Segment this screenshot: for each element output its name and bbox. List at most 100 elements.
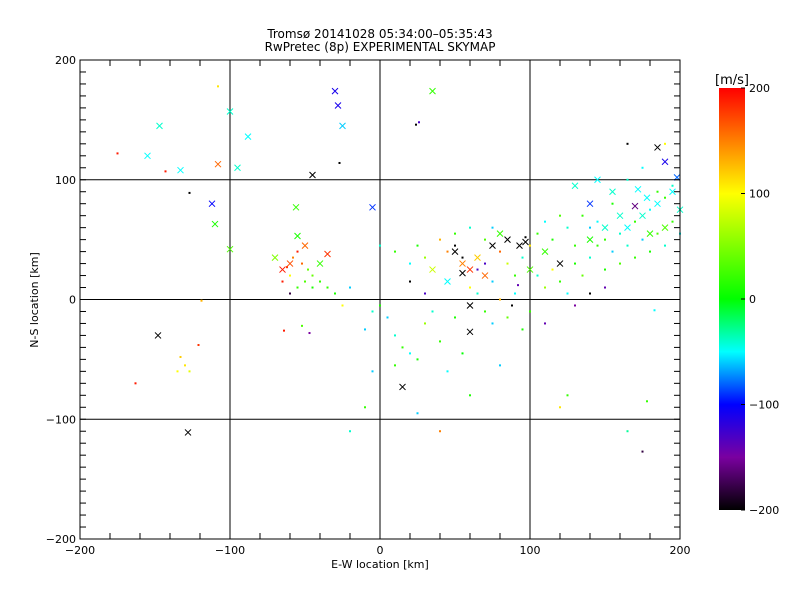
colorbar-tick-label: 0: [749, 293, 756, 306]
colorbar-tick-label: 100: [749, 188, 770, 201]
data-point-dot: [446, 370, 449, 373]
data-point-dot: [506, 262, 509, 265]
data-point-dot: [551, 268, 554, 271]
data-point-dot: [394, 250, 396, 253]
data-point-dot: [559, 214, 561, 217]
data-point-dot: [574, 244, 576, 247]
data-point-dot: [664, 196, 666, 199]
data-point-dot: [311, 274, 314, 277]
skymap-chart: Tromsø 20141028 05:34:00–05:35:43 RwPret…: [0, 0, 800, 600]
data-point-dot: [484, 310, 486, 313]
data-point-dot: [418, 121, 420, 124]
data-point-dot: [619, 232, 621, 235]
data-point-dot: [184, 364, 186, 367]
colorbar-tick-label: 200: [749, 82, 770, 95]
data-point-dot: [566, 292, 569, 295]
data-point-dot: [371, 310, 374, 313]
chart-subtitle: RwPretec (8p) EXPERIMENTAL SKYMAP: [265, 40, 496, 54]
data-point-dot: [439, 238, 441, 241]
data-point-dot: [649, 208, 651, 211]
data-point-dot: [217, 85, 219, 88]
x-tick-label: 100: [520, 544, 541, 557]
data-point-dot: [424, 292, 426, 295]
colorbar-tick-label: −200: [749, 504, 779, 517]
x-tick-label: 0: [377, 544, 384, 557]
data-point-dot: [574, 262, 576, 265]
data-point-dot: [401, 346, 404, 349]
x-tick-label: 200: [670, 544, 691, 557]
data-point-dot: [439, 340, 441, 343]
y-tick-label: 200: [55, 54, 76, 67]
data-point-dot: [517, 284, 519, 287]
data-point-dot: [626, 244, 629, 247]
data-point-dot: [454, 316, 456, 319]
data-point-dot: [641, 166, 644, 169]
data-point-dot: [544, 322, 546, 325]
data-point-dot: [134, 382, 137, 385]
data-point-dot: [188, 370, 191, 373]
data-point-dot: [326, 286, 329, 289]
data-point-dot: [574, 304, 576, 307]
data-point-dot: [671, 220, 674, 223]
data-point-dot: [416, 358, 419, 361]
data-point-dot: [409, 352, 411, 355]
data-point-dot: [649, 250, 651, 253]
data-point-dot: [176, 370, 179, 373]
data-point-dot: [164, 170, 167, 173]
data-point-dot: [664, 142, 666, 145]
data-point-dot: [289, 274, 291, 277]
data-point-dot: [446, 250, 449, 253]
data-point-dot: [634, 220, 636, 223]
colorbar-tick-label: −100: [749, 399, 779, 412]
data-point-dot: [197, 344, 200, 347]
data-point-dot: [454, 244, 456, 247]
data-point-dot: [491, 322, 494, 325]
data-point-dot: [301, 262, 303, 265]
data-point-dot: [454, 232, 456, 235]
data-point-dot: [469, 394, 471, 397]
y-tick-label: 100: [55, 174, 76, 187]
data-point-dot: [589, 292, 591, 295]
data-point-dot: [424, 256, 426, 259]
data-point-dot: [386, 316, 389, 319]
data-point-dot: [499, 250, 501, 253]
data-point-dot: [634, 256, 636, 259]
data-point-dot: [619, 262, 621, 265]
y-tick-label: −200: [46, 533, 76, 546]
data-point-dot: [491, 280, 494, 283]
x-axis-label: E-W location [km]: [331, 558, 429, 571]
data-point-dot: [581, 274, 584, 277]
chart-title: Tromsø 20141028 05:34:00–05:35:43: [266, 27, 492, 41]
data-point-dot: [514, 274, 516, 277]
data-point-dot: [626, 178, 629, 181]
data-point-dot: [596, 244, 599, 247]
data-point-dot: [604, 286, 606, 289]
data-point-dot: [641, 238, 644, 241]
data-point-dot: [536, 274, 539, 277]
x-tick-label: −100: [215, 544, 245, 557]
data-point-dot: [379, 244, 381, 247]
data-point-dot: [566, 226, 569, 229]
data-point-dot: [415, 123, 417, 126]
data-point-dot: [604, 238, 606, 241]
data-point-dot: [469, 286, 471, 289]
data-point-dot: [544, 220, 546, 223]
data-point-dot: [646, 400, 648, 403]
data-point-dot: [308, 332, 311, 335]
data-point-dot: [664, 244, 666, 247]
data-point-dot: [319, 280, 321, 283]
data-point-dot: [641, 450, 644, 453]
data-point-dot: [596, 220, 599, 223]
data-point-dot: [499, 298, 501, 301]
data-point-dot: [476, 268, 479, 271]
y-axis-label: N-S location [km]: [28, 252, 41, 348]
data-point-dot: [379, 304, 381, 307]
data-point-dot: [116, 152, 119, 155]
data-point-dot: [611, 202, 614, 205]
data-point-dot: [536, 232, 539, 235]
data-point-dot: [511, 304, 513, 307]
data-point-dot: [311, 286, 314, 289]
data-point-dot: [484, 262, 486, 265]
data-point-dot: [626, 142, 629, 145]
data-point-dot: [656, 232, 659, 235]
